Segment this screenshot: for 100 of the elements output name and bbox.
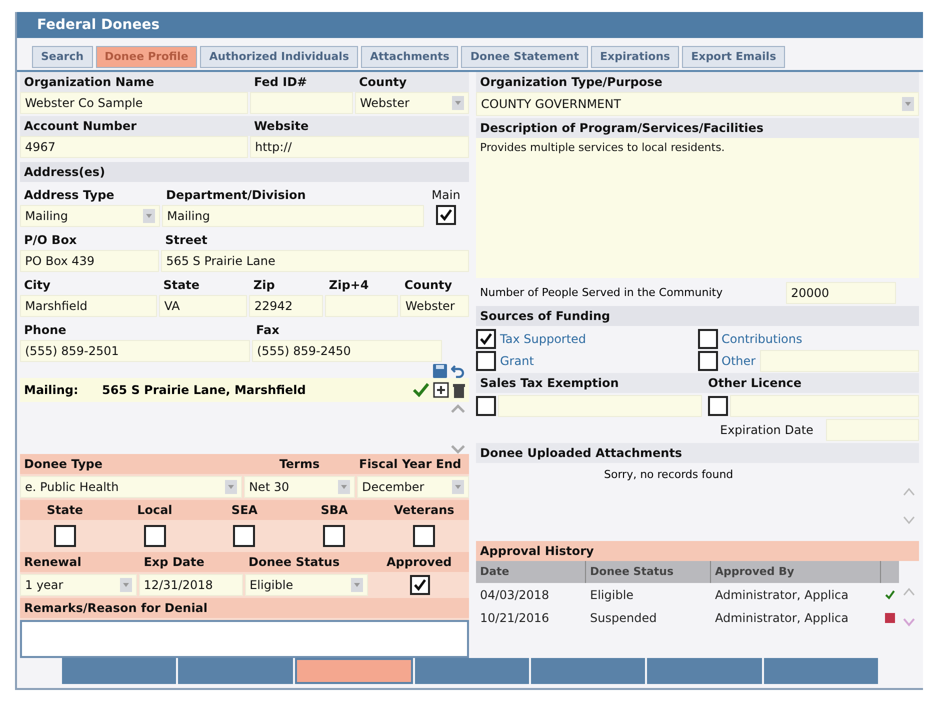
scroll-up-icon[interactable]	[903, 487, 915, 497]
undo-icon[interactable]	[451, 364, 465, 378]
tab[interactable]: Authorized Individuals	[200, 46, 358, 68]
text-field[interactable]	[498, 395, 702, 417]
field-label: Approved	[386, 554, 453, 571]
field-label: City	[23, 277, 52, 294]
checkbox[interactable]	[476, 396, 496, 416]
mailing-label: Mailing:	[24, 382, 80, 399]
dropdown-field[interactable]: Mailing	[20, 205, 160, 227]
dropdown-field[interactable]: COUNTY GOVERNMENT	[476, 92, 919, 116]
column-header[interactable]: Date	[476, 561, 586, 583]
field-label: Local	[136, 502, 174, 519]
field-label: Account Number	[23, 118, 138, 135]
checkbox[interactable]	[54, 525, 76, 547]
description-textarea[interactable]: Provides multiple services to local residents.	[476, 138, 919, 278]
dropdown-field[interactable]: Webster	[355, 92, 469, 114]
text-field[interactable]	[760, 350, 919, 372]
text-field[interactable]: 20000	[786, 282, 896, 304]
remarks-textarea[interactable]	[20, 620, 469, 658]
field-label: Number of People Served in the Community	[479, 284, 724, 301]
dropdown-icon	[224, 480, 237, 494]
field-label: Terms	[278, 456, 321, 473]
reject-icon	[885, 612, 895, 622]
field-label: Donee Type	[23, 456, 104, 473]
dropdown-field[interactable]: Eligible	[244, 574, 368, 596]
field-label: Description of Program/Services/Facilities	[479, 120, 764, 137]
checkbox[interactable]	[476, 350, 496, 370]
dropdown-field[interactable]: Net 30	[244, 476, 355, 498]
scroll-down-icon[interactable]	[903, 515, 915, 525]
footer-button[interactable]	[294, 658, 413, 684]
field-label: Exp Date	[142, 554, 206, 571]
field-label: County	[403, 277, 454, 294]
checkbox[interactable]	[410, 575, 430, 595]
checkbox[interactable]	[144, 525, 166, 547]
scroll-up-icon[interactable]	[903, 587, 915, 597]
checkbox-label: Grant	[500, 352, 534, 370]
checkbox[interactable]	[698, 328, 718, 348]
table-cell-text: Eligible	[589, 586, 635, 604]
field-label: Veterans	[392, 502, 456, 519]
field-label: Address Type	[23, 187, 116, 204]
text-field[interactable]	[250, 92, 353, 114]
field-label: Fax	[255, 322, 280, 339]
scroll-down-icon[interactable]	[903, 617, 915, 627]
table-cell-text: Administrator, Applica	[714, 586, 850, 604]
field-label: Organization Name	[23, 74, 156, 91]
field-label: Department/Division	[165, 187, 307, 204]
scroll-up-icon[interactable]	[451, 404, 465, 414]
text-field[interactable]: (555) 859-2501	[20, 340, 250, 362]
field-label: Zip	[252, 277, 276, 294]
checkbox[interactable]	[436, 205, 456, 225]
trash-icon[interactable]	[453, 382, 465, 398]
text-field[interactable]: Mailing	[162, 205, 424, 227]
field-label: Street	[164, 232, 208, 249]
text-field[interactable]: Webster	[400, 295, 469, 317]
mailing-address-row[interactable]: Mailing: 565 S Prairie Lane, Marshfield	[20, 378, 469, 402]
text-field[interactable]: http://	[250, 136, 469, 158]
text-field[interactable]: PO Box 439	[20, 250, 160, 272]
text-field[interactable]: VA	[159, 295, 248, 317]
checkbox-label: Tax Supported	[500, 330, 586, 348]
text-field[interactable]: Webster Co Sample	[20, 92, 248, 114]
add-icon[interactable]	[433, 382, 449, 398]
scroll-down-icon[interactable]	[451, 444, 465, 454]
text-field[interactable]	[730, 395, 919, 417]
column-header[interactable]: Approved By	[711, 561, 881, 583]
text-field[interactable]	[826, 419, 919, 441]
tab[interactable]: Export Emails	[682, 46, 786, 68]
tab[interactable]: Attachments	[361, 46, 458, 68]
field-label: SEA	[230, 502, 259, 519]
field-label: Fiscal Year End	[358, 456, 462, 473]
checkbox[interactable]	[698, 350, 718, 370]
text-field[interactable]: 4967	[20, 136, 248, 158]
field-label: Zip+4	[328, 277, 370, 294]
field-label: Fed ID#	[253, 74, 308, 91]
dropdown-field[interactable]: e. Public Health	[20, 476, 242, 498]
text-field[interactable]: 12/31/2018	[138, 574, 243, 596]
checkbox[interactable]	[323, 525, 346, 547]
dropdown-field[interactable]: December	[356, 476, 469, 498]
empty-message: Sorry, no records found	[604, 467, 734, 483]
text-field[interactable]: 565 S Prairie Lane	[161, 250, 469, 272]
text-field[interactable]	[324, 295, 398, 317]
text-field[interactable]: 22942	[249, 295, 323, 317]
text-field[interactable]: (555) 859-2450	[252, 340, 442, 362]
tab[interactable]: Expirations	[591, 46, 680, 68]
mailing-address: 565 S Prairie Lane, Marshfield	[102, 382, 307, 399]
checkbox[interactable]	[476, 328, 496, 348]
field-label: Address(es)	[23, 164, 106, 181]
window-title: Federal Donees	[37, 16, 160, 34]
checkbox[interactable]	[708, 396, 728, 416]
dropdown-icon	[452, 480, 464, 494]
field-label: Donee Status	[248, 554, 341, 571]
table-cell-text: 10/21/2016	[479, 610, 550, 626]
tab[interactable]: Donee Statement	[461, 46, 588, 68]
column-header[interactable]: Donee Status	[586, 561, 711, 583]
text-field[interactable]: Marshfield	[20, 295, 158, 317]
save-icon[interactable]	[433, 364, 447, 378]
checkbox[interactable]	[413, 525, 436, 547]
checkbox[interactable]	[233, 525, 256, 547]
tab[interactable]: Search	[32, 46, 93, 68]
dropdown-icon	[338, 480, 350, 494]
dropdown-field[interactable]: 1 year	[20, 574, 137, 596]
